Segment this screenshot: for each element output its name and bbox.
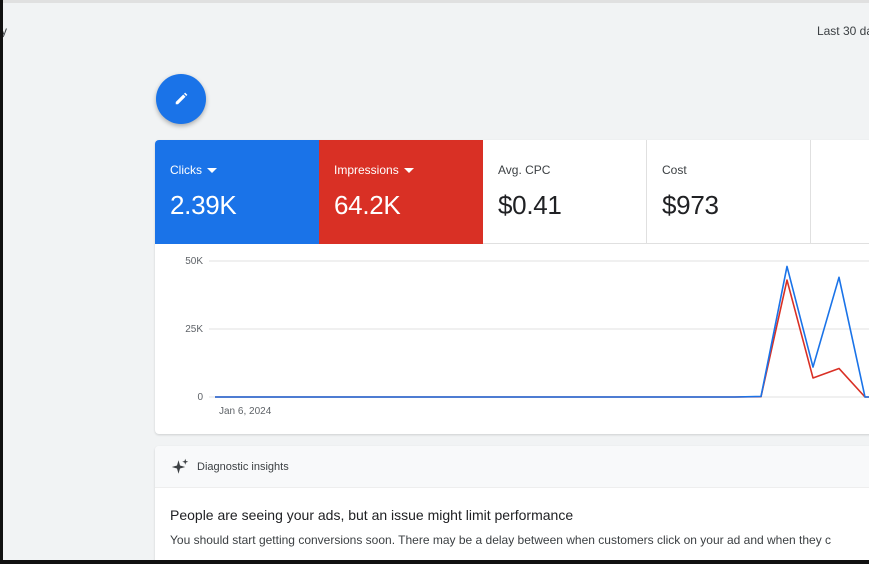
metric-value: 64.2K (334, 190, 401, 220)
page: y Last 30 da Clicks 2.39K Impressions 64… (3, 0, 869, 560)
series-line-impressions (215, 279, 869, 398)
metric-label: Cost (662, 163, 687, 177)
insights-header[interactable]: Diagnostic insights (155, 446, 869, 488)
metric-tab-avg-cpc[interactable]: Avg. CPC $0.41 (483, 140, 647, 244)
caret-down-icon[interactable] (403, 167, 414, 173)
performance-line-chart: 50K 25K 0 Jan 6, 2024 (185, 256, 869, 417)
metric-tab-cost[interactable]: Cost $973 (647, 140, 811, 244)
performance-card: Clicks 2.39K Impressions 64.2K Avg. CPC … (155, 140, 869, 434)
metric-label: Avg. CPC (498, 163, 551, 177)
metric-label: Impressions (334, 163, 399, 177)
date-range-selector[interactable]: Last 30 da (817, 24, 869, 38)
metric-tabs: Clicks 2.39K Impressions 64.2K Avg. CPC … (155, 140, 869, 244)
y-tick-label: 50K (185, 256, 203, 267)
metric-tab-impressions[interactable]: Impressions 64.2K (319, 140, 483, 244)
top-divider (3, 0, 869, 3)
left-label-fragment: y (3, 24, 7, 38)
insight-title: People are seeing your ads, but an issue… (170, 507, 574, 523)
pencil-icon (175, 92, 188, 105)
metric-value: 2.39K (170, 190, 237, 220)
diagnostic-insights-card: Diagnostic insights People are seeing yo… (155, 446, 869, 560)
metric-value: $0.41 (498, 190, 562, 220)
metric-tab-clicks[interactable]: Clicks 2.39K (155, 140, 319, 244)
metric-value: $973 (662, 190, 719, 220)
edit-fab-button[interactable] (156, 74, 206, 124)
insight-body: You should start getting conversions soo… (170, 533, 832, 547)
insights-header-label: Diagnostic insights (197, 460, 289, 473)
metric-label: Clicks (170, 163, 202, 177)
y-tick-label: 0 (197, 392, 203, 403)
caret-down-icon[interactable] (207, 167, 217, 173)
y-tick-label: 25K (185, 324, 203, 335)
x-tick-label: Jan 6, 2024 (219, 406, 272, 417)
series-line-clicks (215, 265, 869, 398)
sparkle-icon (171, 458, 189, 474)
